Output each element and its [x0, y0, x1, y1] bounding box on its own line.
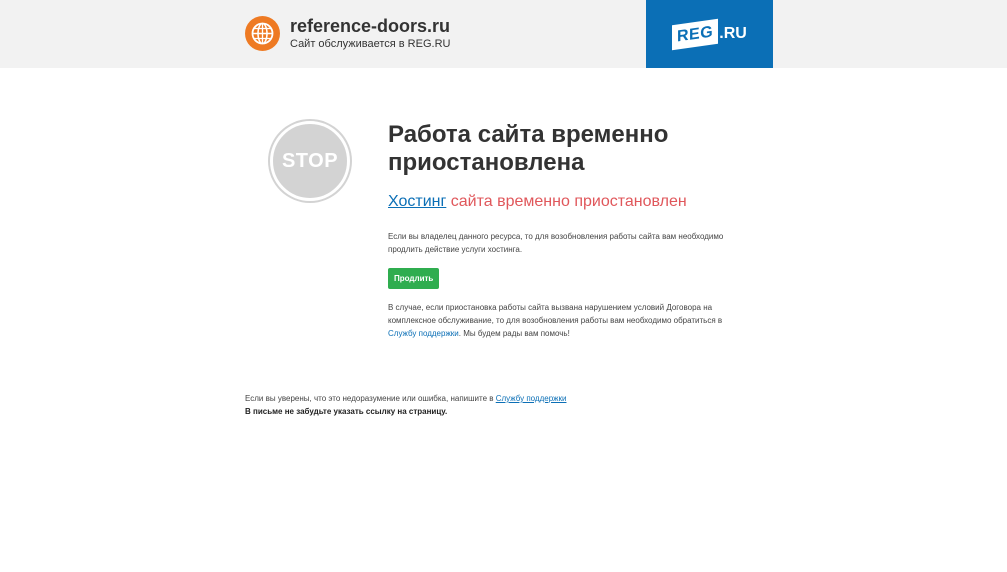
stop-sign-icon: STOP [270, 121, 350, 201]
owner-instructions: Если вы владелец данного ресурса, то для… [388, 232, 724, 254]
renew-button[interactable]: Продлить [388, 268, 440, 289]
globe-icon [245, 16, 280, 51]
top-bar: reference-doors.ru Сайт обслуживается в … [0, 0, 1007, 68]
support-link[interactable]: Службу поддержки [388, 329, 459, 338]
reg-logo-suffix: .RU [719, 25, 747, 42]
suspension-subtitle: Хостинг сайта временно приостановлен [388, 192, 733, 212]
site-domain: reference-doors.ru [290, 16, 451, 36]
site-subtitle: Сайт обслуживается в REG.RU [290, 38, 451, 50]
stop-label: STOP [281, 149, 339, 172]
reg-logo-box: REG [672, 18, 719, 50]
footer-support-link[interactable]: Службу поддержки [496, 394, 567, 403]
footer-note: Если вы уверены, что это недоразумение и… [245, 393, 745, 405]
reg-ru-logo[interactable]: REG .RU [646, 0, 773, 68]
hosting-link[interactable]: Хостинг [388, 193, 446, 210]
violation-instructions: В случае, если приостановка работы сайта… [388, 301, 733, 340]
violation-text: В случае, если приостановка работы сайта… [388, 303, 723, 325]
suspension-status-text: сайта временно приостановлен [446, 193, 687, 210]
footer: Если вы уверены, что это недоразумение и… [245, 393, 745, 418]
site-info: reference-doors.ru Сайт обслуживается в … [245, 16, 450, 51]
footer-reminder: В письме не забудьте указать ссылку на с… [245, 407, 448, 416]
violation-text-end: . Мы будем рады вам помочь! [458, 329, 570, 338]
page-title: Работа сайта временно приостановлена [388, 121, 669, 176]
main-content: Работа сайта временно приостановлена Хос… [388, 121, 733, 340]
footer-note-text: Если вы уверены, что это недоразумение и… [245, 394, 496, 403]
